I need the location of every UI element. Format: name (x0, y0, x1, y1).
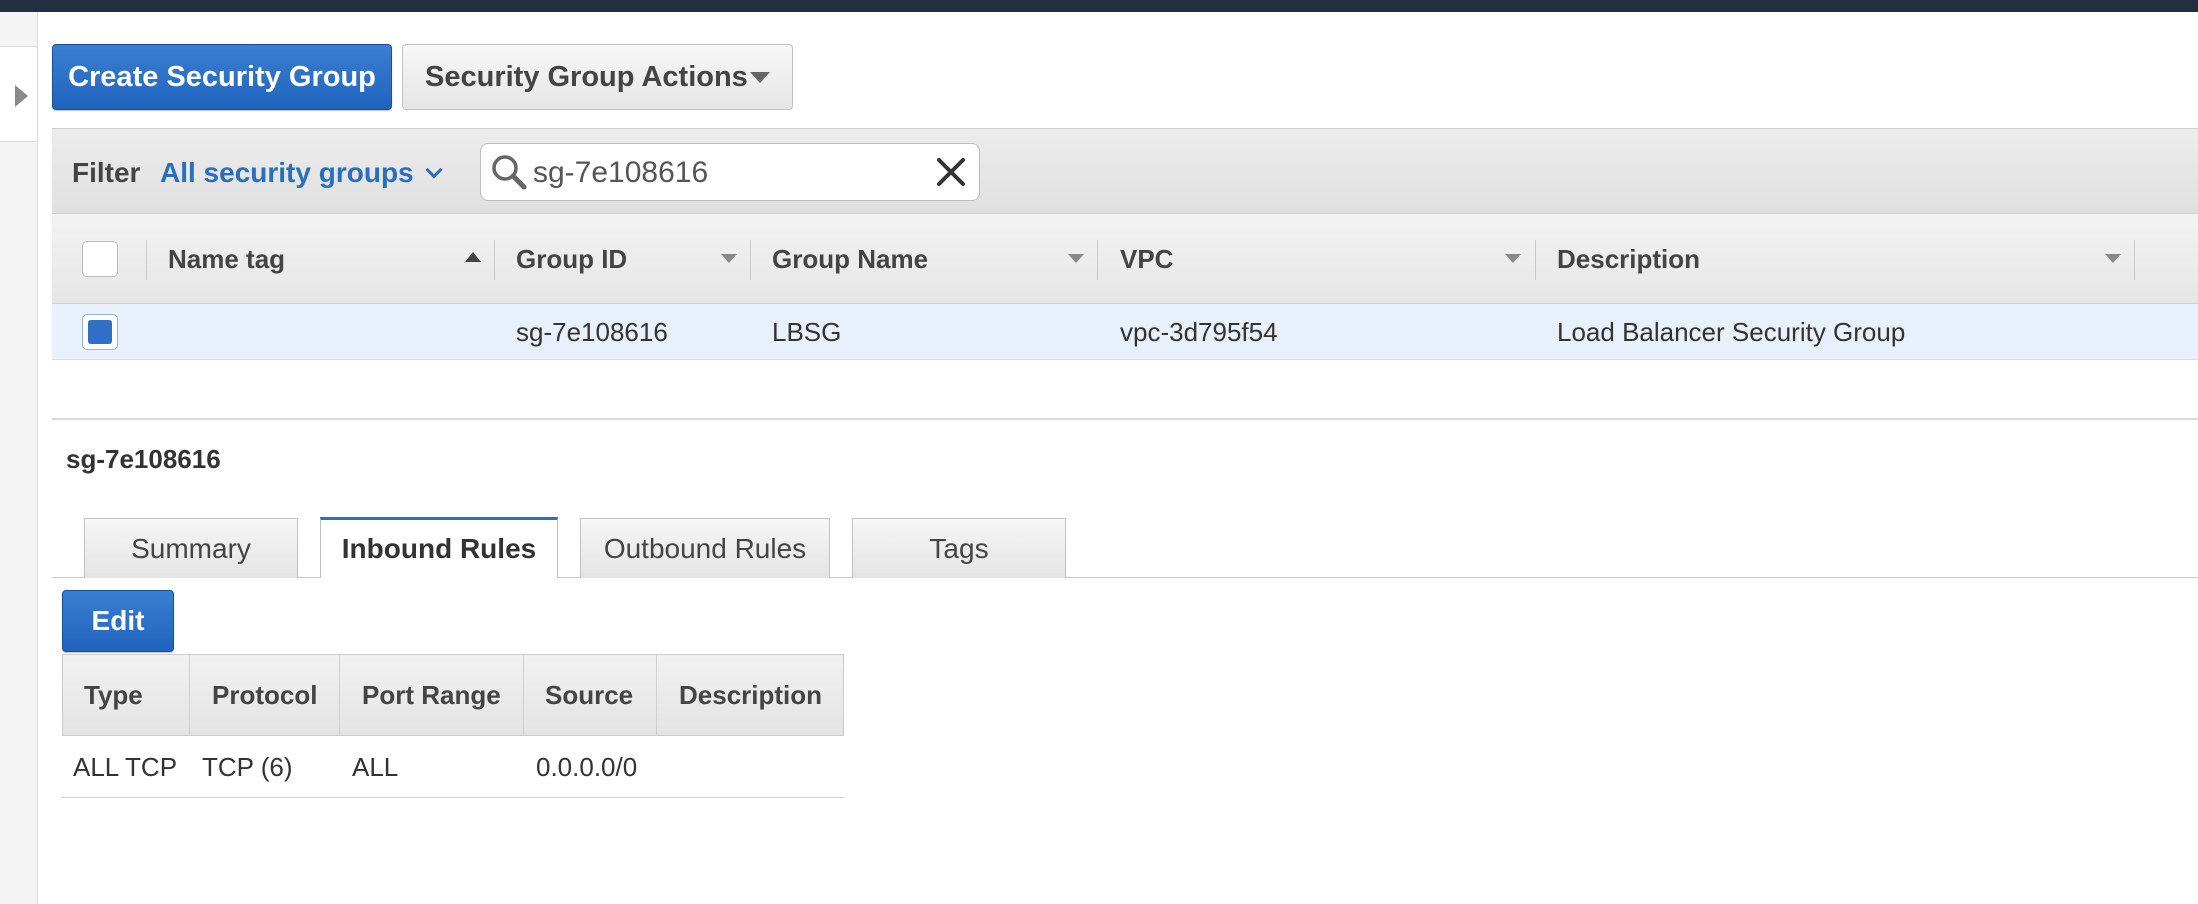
chevron-down-icon (425, 161, 443, 179)
security-group-actions-label: Security Group Actions (425, 60, 748, 93)
column-divider (750, 240, 751, 280)
rules-column-protocol: Protocol (212, 679, 318, 710)
column-divider (494, 240, 495, 280)
cell-vpc: vpc-3d795f54 (1120, 316, 1278, 347)
side-rail (0, 12, 38, 904)
row-checkbox[interactable] (82, 314, 118, 350)
panel-divider[interactable] (52, 418, 2198, 420)
grid-header: Name tag Group ID Group Name VPC Descrip… (52, 214, 2198, 304)
security-group-actions-button[interactable]: Security Group Actions (402, 44, 793, 110)
column-header-vpc[interactable]: VPC (1120, 214, 1173, 304)
dropdown-caret-icon (750, 72, 770, 83)
sort-ascending-icon[interactable] (465, 252, 481, 262)
column-divider (1535, 240, 1536, 280)
rules-column-type: Type (84, 679, 143, 710)
search-icon (492, 155, 527, 190)
cell-group-id: sg-7e108616 (516, 316, 668, 347)
rule-source: 0.0.0.0/0 (536, 751, 638, 782)
sort-caret-icon[interactable] (2105, 254, 2121, 263)
rules-column-port-range: Port Range (362, 679, 501, 710)
column-divider (1097, 240, 1098, 280)
rules-column-source: Source (545, 679, 634, 710)
create-security-group-button[interactable]: Create Security Group (52, 44, 392, 110)
sort-caret-icon[interactable] (721, 254, 737, 263)
table-row[interactable]: sg-7e108616 LBSG vpc-3d795f54 Load Balan… (52, 304, 2198, 360)
tab-outbound-rules[interactable]: Outbound Rules (580, 518, 830, 578)
column-divider (2134, 240, 2135, 280)
filter-bar: Filter All security groups (52, 128, 2198, 214)
rule-type: ALL TCP (73, 751, 178, 782)
column-header-name-tag[interactable]: Name tag (168, 214, 285, 304)
filter-label: Filter (72, 157, 141, 188)
column-divider (656, 655, 657, 735)
sort-caret-icon[interactable] (1068, 254, 1084, 263)
search-input[interactable] (533, 154, 913, 192)
rule-protocol: TCP (6) (202, 751, 293, 782)
clear-icon[interactable] (933, 154, 969, 190)
column-header-description[interactable]: Description (1557, 214, 1700, 304)
cell-group-name: LBSG (772, 316, 842, 347)
column-header-group-id[interactable]: Group ID (516, 214, 627, 304)
sort-caret-icon[interactable] (1505, 254, 1521, 263)
tab-inbound-rules[interactable]: Inbound Rules (320, 517, 558, 578)
select-all-checkbox[interactable] (82, 241, 118, 277)
tab-summary[interactable]: Summary (84, 518, 298, 578)
expand-panel-button[interactable] (0, 46, 38, 142)
rules-header: Type Protocol Port Range Source Descript… (62, 654, 844, 736)
rule-row: ALL TCP TCP (6) ALL 0.0.0.0/0 (62, 736, 844, 798)
column-divider (146, 240, 147, 280)
column-divider (189, 655, 190, 735)
tab-tags[interactable]: Tags (852, 518, 1066, 578)
search-box (480, 143, 980, 201)
filter-dropdown-value: All security groups (160, 157, 414, 188)
expand-panel-icon (15, 85, 28, 107)
column-divider (339, 655, 340, 735)
rule-port-range: ALL (352, 751, 399, 782)
detail-title: sg-7e108616 (66, 444, 221, 474)
column-divider (523, 655, 524, 735)
filter-dropdown[interactable]: All security groups (160, 157, 443, 189)
edit-button[interactable]: Edit (62, 590, 174, 652)
rules-column-description: Description (679, 679, 823, 710)
top-bar (0, 0, 2198, 12)
column-header-group-name[interactable]: Group Name (772, 214, 928, 304)
cell-description: Load Balancer Security Group (1557, 316, 1906, 347)
